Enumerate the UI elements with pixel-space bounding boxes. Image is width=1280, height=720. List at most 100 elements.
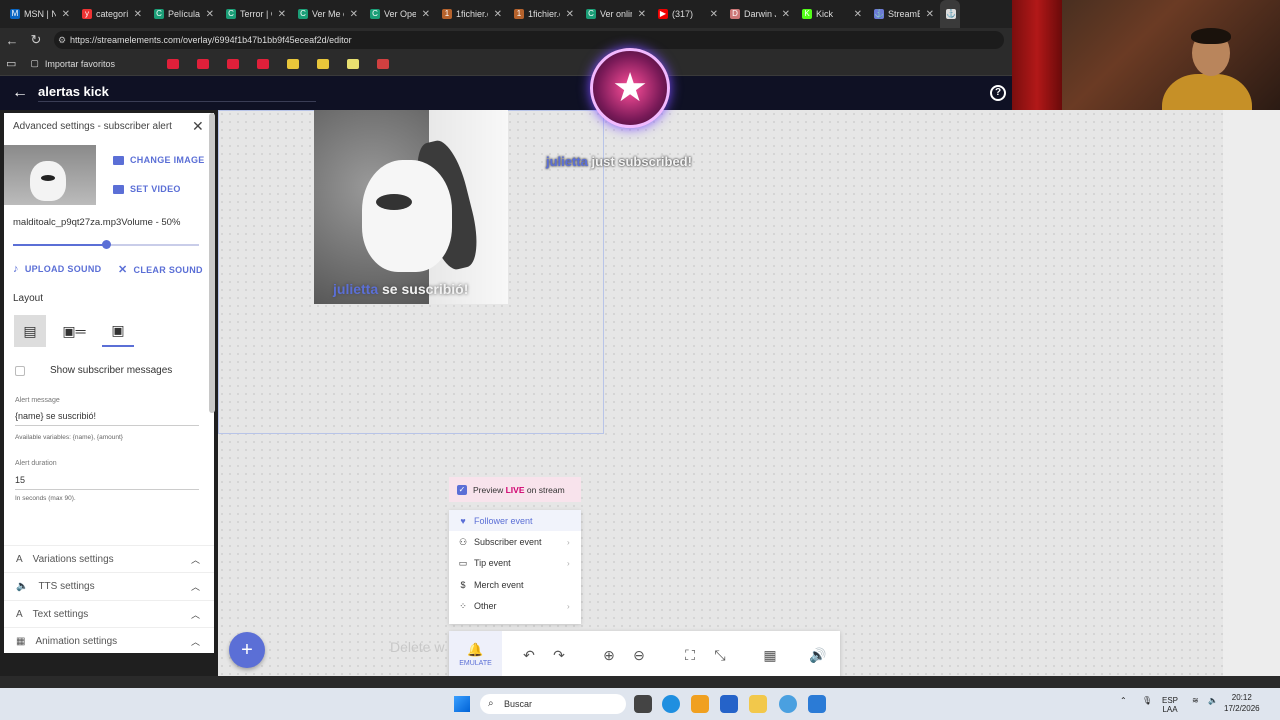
zoom-in-icon[interactable]: ⊕ xyxy=(599,645,619,665)
back-icon[interactable]: ← xyxy=(0,33,24,48)
layout-option-image-behind[interactable]: ▤ xyxy=(14,315,46,347)
browser-tab[interactable]: ▶ (317) ✕ xyxy=(652,0,724,28)
menu-item-follower-event[interactable]: ♥ Follower event xyxy=(449,510,581,532)
reload-icon[interactable]: ↻ xyxy=(24,32,48,48)
browser-tab[interactable]: ⚓ StreamEle ✕ xyxy=(868,0,940,28)
obs-icon[interactable] xyxy=(779,695,797,713)
import-bookmarks-link[interactable]: Importar favoritos xyxy=(45,59,115,69)
tab-close-icon[interactable]: ✕ xyxy=(710,9,718,20)
tab-close-icon[interactable]: ✕ xyxy=(566,9,574,20)
tab-close-icon[interactable]: ✕ xyxy=(422,9,430,20)
browser-tab[interactable]: D Darwin Jil ✕ xyxy=(724,0,796,28)
tray-chevron-icon[interactable]: ⌃ xyxy=(1120,696,1127,705)
zoom-out-icon[interactable]: ⊖ xyxy=(629,645,649,665)
bookmark-icon[interactable] xyxy=(286,58,299,69)
tab-close-icon[interactable]: ✕ xyxy=(278,9,286,20)
file-explorer-icon[interactable] xyxy=(749,695,767,713)
microphone-icon[interactable]: 🎙 xyxy=(1142,696,1152,705)
alert-duration-input[interactable]: 15 xyxy=(15,475,25,485)
bookmark-icon[interactable] xyxy=(346,58,359,69)
tab-close-icon[interactable]: ✕ xyxy=(350,9,358,20)
bookmark-icon[interactable] xyxy=(226,58,239,69)
browser-tab[interactable]: K Kick ✕ xyxy=(796,0,868,28)
bookmark-icon[interactable] xyxy=(316,58,329,69)
url-field[interactable]: ⚙ https://streamelements.com/overlay/699… xyxy=(54,31,1004,49)
tab-close-icon[interactable]: ✕ xyxy=(854,9,862,20)
fit-screen-icon[interactable]: ⤡ xyxy=(710,645,730,665)
tab-close-icon[interactable]: ✕ xyxy=(206,9,214,20)
overlay-title[interactable]: alertas kick xyxy=(38,84,109,99)
language-code: ESP xyxy=(1162,696,1179,705)
chevron-right-icon: › xyxy=(567,601,570,611)
section-text-settings[interactable]: A Text settings ︿ xyxy=(4,600,214,627)
tab-close-icon[interactable]: ✕ xyxy=(134,9,142,20)
browser-tab[interactable]: C Ver online ✕ xyxy=(580,0,652,28)
bookmark-icon[interactable] xyxy=(166,58,179,69)
fullscreen-icon[interactable]: ⛶ xyxy=(680,645,700,665)
add-widget-button[interactable]: + xyxy=(229,632,265,668)
preview-live-toggle[interactable]: ✓ Preview LIVE on stream xyxy=(449,477,581,502)
alert-message-input[interactable]: {name} se suscribió! xyxy=(15,411,96,421)
section-animation-settings[interactable]: ▦ Animation settings ︿ xyxy=(4,627,214,653)
change-image-button[interactable]: CHANGE IMAGE xyxy=(113,155,205,165)
show-subscriber-messages-checkbox[interactable] xyxy=(15,366,25,376)
speaker-icon[interactable]: 🔈 xyxy=(1208,696,1218,705)
grid-icon[interactable]: ▦ xyxy=(760,645,780,665)
search-icon: ⌕ xyxy=(488,698,494,709)
tab-close-icon[interactable]: ✕ xyxy=(638,9,646,20)
copilot-icon[interactable] xyxy=(691,695,709,713)
tab-close-icon[interactable]: ✕ xyxy=(62,9,70,20)
tab-close-icon[interactable]: ✕ xyxy=(926,9,934,20)
chevron-up-icon: ︿ xyxy=(191,554,201,565)
set-video-button[interactable]: SET VIDEO xyxy=(113,184,181,194)
emulate-button[interactable]: 🔔 EMULATE xyxy=(449,631,502,678)
clear-sound-button[interactable]: ✕ CLEAR SOUND xyxy=(118,263,203,276)
task-view-icon[interactable] xyxy=(634,695,652,713)
taskbar-clock[interactable]: 20:12 17/2/2026 xyxy=(1224,692,1260,714)
section-tts-settings[interactable]: 🔈 TTS settings ︿ xyxy=(4,572,214,599)
alert-image-thumbnail[interactable] xyxy=(4,145,96,205)
bookmark-icon[interactable] xyxy=(196,58,209,69)
store-icon[interactable] xyxy=(720,695,738,713)
bookmark-icon[interactable] xyxy=(256,58,269,69)
alert-duration-label: Alert duration xyxy=(15,460,57,467)
layout-option-image-left[interactable]: ▣═ xyxy=(58,315,90,347)
windows-start-icon[interactable] xyxy=(454,696,470,712)
tab-close-icon[interactable]: ✕ xyxy=(494,9,502,20)
menu-item-subscriber-event[interactable]: ⚇ Subscriber event › xyxy=(449,531,581,552)
volume-slider[interactable] xyxy=(13,240,199,249)
tab-favicon-icon: ▶ xyxy=(658,9,668,19)
browser-tab[interactable]: 1 1fichier.co ✕ xyxy=(508,0,580,28)
menu-item-other[interactable]: ⁘ Other › xyxy=(449,596,581,617)
edge-browser-icon[interactable] xyxy=(662,695,680,713)
volume-icon[interactable]: 🔊 xyxy=(808,645,828,665)
layout-option-image-top[interactable]: ▣ xyxy=(102,315,134,347)
site-info-icon[interactable]: ⚙ xyxy=(58,31,66,49)
undo-icon[interactable]: ↶ xyxy=(519,645,539,665)
upload-sound-button[interactable]: ♪ UPLOAD SOUND xyxy=(13,263,101,275)
browser-tab[interactable]: 1 1fichier.co ✕ xyxy=(436,0,508,28)
browser-tab[interactable]: C Ver Me en ✕ xyxy=(292,0,364,28)
app-icon[interactable] xyxy=(808,695,826,713)
redo-icon[interactable]: ↷ xyxy=(549,645,569,665)
back-arrow-icon[interactable]: ← xyxy=(12,84,28,102)
browser-tab[interactable]: y categoría ✕ xyxy=(76,0,148,28)
tab-close-icon[interactable]: ✕ xyxy=(782,9,790,20)
help-icon[interactable]: ? xyxy=(990,85,1006,101)
browser-tab[interactable]: C Ver Opera ✕ xyxy=(364,0,436,28)
section-variations-settings[interactable]: A Variations settings ︿ xyxy=(4,545,214,572)
browser-tab[interactable]: ⚓ xyxy=(940,0,960,28)
panel-scrollbar[interactable] xyxy=(209,113,215,413)
close-icon[interactable]: ✕ xyxy=(192,118,204,135)
volume-slider-handle[interactable] xyxy=(102,240,111,249)
taskbar-search[interactable]: ⌕ Buscar xyxy=(480,694,626,714)
browser-tab[interactable]: C Películas o ✕ xyxy=(148,0,220,28)
menu-icon[interactable]: ▭ xyxy=(6,57,16,70)
bookmark-icon[interactable] xyxy=(376,58,389,69)
browser-tab[interactable]: M MSN | No ✕ xyxy=(4,0,76,28)
menu-item-merch-event[interactable]: $ Merch event xyxy=(449,574,581,595)
menu-item-tip-event[interactable]: ▭ Tip event › xyxy=(449,553,581,574)
language-indicator[interactable]: ESP LAA xyxy=(1162,696,1178,714)
wifi-icon[interactable]: ≋ xyxy=(1192,696,1199,705)
browser-tab[interactable]: C Terror | Cr ✕ xyxy=(220,0,292,28)
